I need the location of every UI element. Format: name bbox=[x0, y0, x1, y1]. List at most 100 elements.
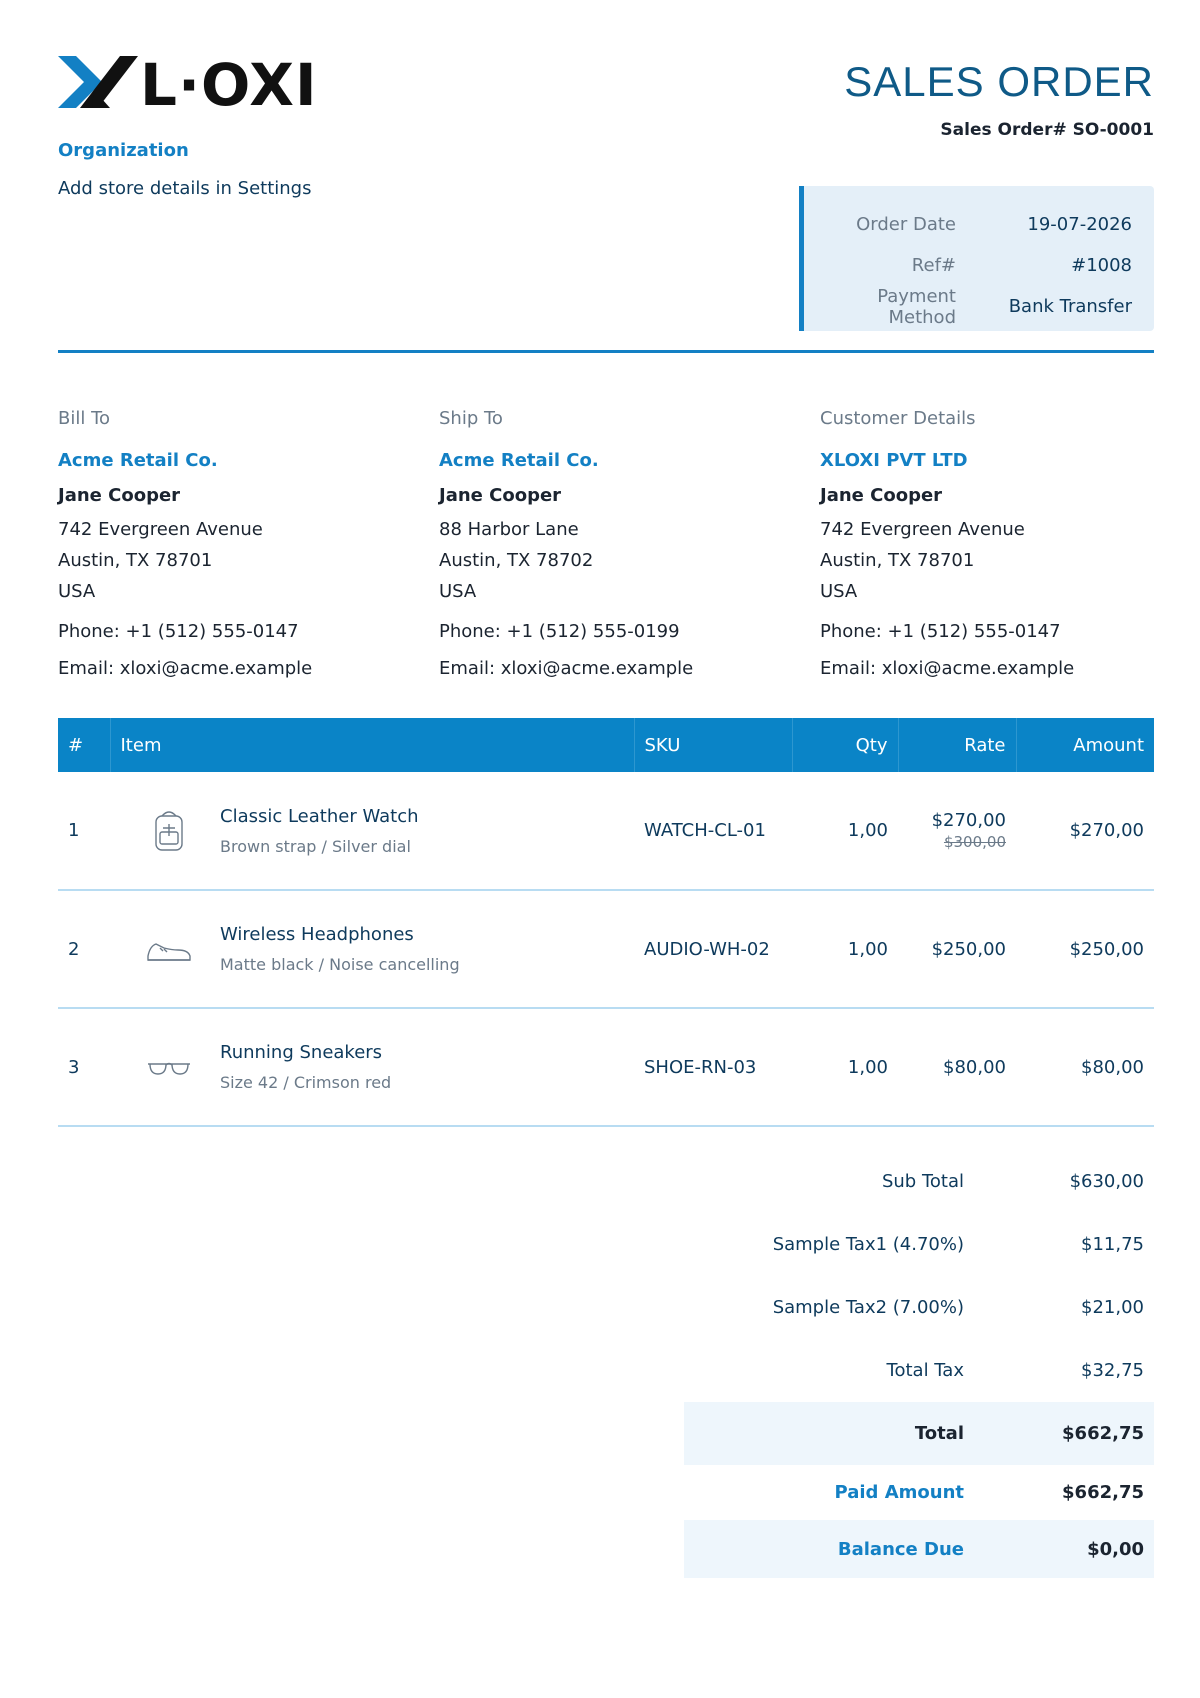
address-line: 742 Evergreen Avenue bbox=[820, 519, 1025, 540]
organization-label: Organization bbox=[58, 140, 189, 161]
address-email: Email: xloxi@acme.example bbox=[439, 658, 694, 679]
totals-value: $662,75 bbox=[1062, 1482, 1144, 1503]
item-description: Size 42 / Crimson red bbox=[220, 1073, 392, 1092]
column-header-item: Item bbox=[110, 718, 635, 772]
totals-label: Sample Tax2 (7.00%) bbox=[772, 1297, 964, 1318]
meta-row-ref: Ref# #1008 bbox=[804, 245, 1132, 286]
totals-row-tax2: Sample Tax2 (7.00%) $21,00 bbox=[684, 1276, 1154, 1339]
totals-label: Balance Due bbox=[837, 1538, 964, 1560]
totals-value: $662,75 bbox=[1062, 1423, 1144, 1444]
meta-value: #1008 bbox=[1071, 255, 1132, 276]
backpack-icon bbox=[155, 810, 183, 851]
row-index: 3 bbox=[58, 1008, 110, 1127]
item-description: Matte black / Noise cancelling bbox=[220, 955, 460, 974]
address-contact-name: Jane Cooper bbox=[820, 485, 943, 506]
item-qty: 1,00 bbox=[792, 1008, 898, 1127]
address-heading: Customer Details bbox=[820, 408, 976, 429]
totals-row-tax1: Sample Tax1 (4.70%) $11,75 bbox=[684, 1213, 1154, 1276]
row-index: 2 bbox=[58, 890, 110, 1009]
item-sku: WATCH-CL-01 bbox=[634, 772, 792, 891]
address-contact-name: Jane Cooper bbox=[58, 485, 181, 506]
address-line: Austin, TX 78701 bbox=[820, 550, 975, 571]
totals-label: Sub Total bbox=[881, 1171, 964, 1192]
address-email: Email: xloxi@acme.example bbox=[58, 658, 313, 679]
column-header-rate: Rate bbox=[898, 718, 1017, 772]
header-divider bbox=[58, 350, 1154, 353]
brand-logo: L·OXI bbox=[58, 51, 317, 119]
item-qty: 1,00 bbox=[792, 772, 898, 891]
address-line: 88 Harbor Lane bbox=[439, 519, 579, 540]
meta-value: Bank Transfer bbox=[1008, 296, 1132, 317]
totals-value: $21,00 bbox=[1081, 1297, 1144, 1318]
address-heading: Ship To bbox=[439, 408, 503, 429]
address-line: USA bbox=[58, 581, 96, 602]
item-amount: $270,00 bbox=[1016, 772, 1154, 891]
item-rate: $250,00 bbox=[898, 890, 1016, 1009]
totals-value: $32,75 bbox=[1081, 1360, 1144, 1381]
address-heading: Bill To bbox=[58, 408, 111, 429]
table-header-row: # Item SKU Qty Rate Amount bbox=[58, 718, 1154, 772]
item-description: Brown strap / Silver dial bbox=[220, 836, 411, 856]
document-title: SALES ORDER bbox=[844, 58, 1154, 105]
meta-key: Payment Method bbox=[877, 285, 956, 328]
totals-row-subtotal: Sub Total $630,00 bbox=[684, 1150, 1154, 1213]
meta-row-payment-method: Payment Method Bank Transfer bbox=[804, 285, 1132, 328]
totals-row-total: Total $662,75 bbox=[684, 1402, 1154, 1465]
address-phone: Phone: +1 (512) 555-0147 bbox=[58, 621, 299, 642]
address-line: Austin, TX 78701 bbox=[58, 550, 213, 571]
item-name: Wireless Headphones bbox=[220, 924, 414, 945]
order-meta-box: Order Date 19-07-2026 Ref# #1008 Payment… bbox=[799, 186, 1154, 331]
column-header-sku: SKU bbox=[634, 718, 793, 772]
organization-note: Add store details in Settings bbox=[58, 178, 312, 199]
column-header-index: # bbox=[58, 718, 111, 772]
meta-row-order-date: Order Date 19-07-2026 bbox=[804, 204, 1132, 245]
address-contact-name: Jane Cooper bbox=[439, 485, 562, 506]
bill-to-block: Bill To Acme Retail Co. Jane Cooper 742 … bbox=[58, 408, 418, 687]
address-company: Acme Retail Co. bbox=[58, 450, 218, 471]
logo-x-icon bbox=[58, 56, 138, 108]
meta-value: 19-07-2026 bbox=[1027, 214, 1132, 235]
item-sku: SHOE-RN-03 bbox=[634, 1008, 792, 1127]
item-sku: AUDIO-WH-02 bbox=[634, 890, 792, 1009]
item-name: Running Sneakers bbox=[220, 1042, 383, 1063]
address-company: XLOXI PVT LTD bbox=[820, 450, 968, 471]
totals-label: Paid Amount bbox=[834, 1482, 964, 1503]
totals-value: $0,00 bbox=[1087, 1538, 1144, 1560]
address-email: Email: xloxi@acme.example bbox=[820, 658, 1075, 679]
meta-key: Ref# bbox=[911, 255, 956, 276]
items-table: # Item SKU Qty Rate Amount 1 Classic Lea… bbox=[58, 718, 1154, 1127]
address-company: Acme Retail Co. bbox=[439, 450, 599, 471]
address-line: Austin, TX 78702 bbox=[439, 550, 594, 571]
totals-value: $630,00 bbox=[1069, 1171, 1144, 1192]
row-index: 1 bbox=[58, 772, 110, 891]
address-line: USA bbox=[439, 581, 477, 602]
glasses-icon bbox=[148, 1062, 190, 1075]
item-name: Classic Leather Watch bbox=[220, 805, 419, 827]
totals-panel: Sub Total $630,00 Sample Tax1 (4.70%) $1… bbox=[684, 1150, 1154, 1578]
sales-order-page: L·OXI Organization Add store details in … bbox=[58, 0, 1154, 1698]
totals-row-paid-amount: Paid Amount $662,75 bbox=[684, 1465, 1154, 1520]
totals-label: Total bbox=[914, 1423, 964, 1444]
brand-name: L·OXI bbox=[140, 51, 318, 119]
address-line: 742 Evergreen Avenue bbox=[58, 519, 263, 540]
document-number: Sales Order# SO-0001 bbox=[940, 120, 1154, 140]
totals-label: Total Tax bbox=[886, 1360, 964, 1381]
table-row: 2 Wireless Headphones Matte black / Nois… bbox=[58, 890, 1154, 1009]
totals-row-balance-due: Balance Due $0,00 bbox=[684, 1520, 1154, 1578]
item-rate: $270,00 bbox=[931, 810, 1006, 831]
meta-key: Order Date bbox=[856, 214, 956, 235]
address-phone: Phone: +1 (512) 555-0147 bbox=[820, 621, 1061, 642]
sneaker-icon bbox=[147, 943, 191, 961]
item-amount: $80,00 bbox=[1016, 1008, 1154, 1127]
column-header-amount: Amount bbox=[1016, 718, 1154, 772]
item-original-rate: $300,00 bbox=[943, 833, 1006, 851]
item-qty: 1,00 bbox=[792, 890, 898, 1009]
totals-value: $11,75 bbox=[1081, 1234, 1144, 1255]
totals-label: Sample Tax1 (4.70%) bbox=[772, 1234, 964, 1255]
customer-details-block: Customer Details XLOXI PVT LTD Jane Coop… bbox=[820, 408, 1180, 687]
table-row: 3 Running Sneakers Size 42 / Crimson red bbox=[58, 1008, 1154, 1127]
ship-to-block: Ship To Acme Retail Co. Jane Cooper 88 H… bbox=[439, 408, 799, 687]
address-line: USA bbox=[820, 581, 858, 602]
totals-row-total-tax: Total Tax $32,75 bbox=[684, 1339, 1154, 1402]
column-header-qty: Qty bbox=[792, 718, 899, 772]
